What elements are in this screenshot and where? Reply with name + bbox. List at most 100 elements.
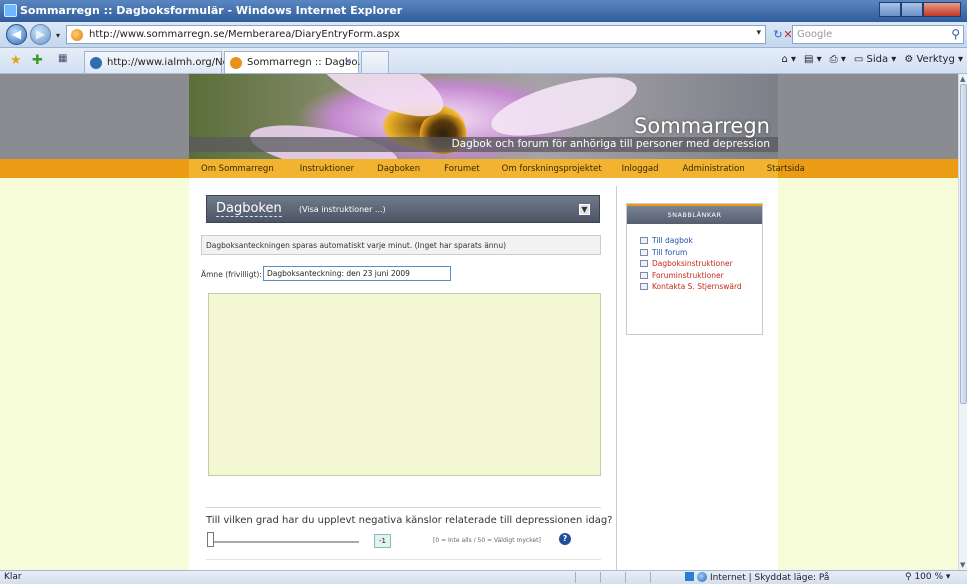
link-list-icon — [640, 237, 648, 244]
status-bar: Klar Internet | Skyddat läge: På ⚲ 100 %… — [0, 570, 967, 584]
zoom-level: 100 % — [914, 572, 944, 582]
forward-button[interactable]: ▶ — [30, 24, 51, 45]
maximize-button[interactable] — [901, 2, 923, 17]
quick-links-title: SNABBLÄNKAR — [627, 204, 762, 224]
nav-forumet[interactable]: Forumet — [444, 164, 480, 174]
quick-link-dagboksinstruktioner[interactable]: Dagboksinstruktioner — [652, 259, 733, 268]
nav-om-sommarregn[interactable]: Om Sommarregn — [201, 164, 274, 174]
ie-app-icon — [4, 4, 17, 17]
tab-ialmh[interactable]: http://www.ialmh.org/Ne... — [84, 51, 238, 73]
protected-mode-icon — [685, 572, 694, 581]
quick-link-kontakta[interactable]: Kontakta S. Stjernswärd — [652, 282, 742, 291]
collapse-icon[interactable]: ▼ — [579, 204, 590, 215]
quick-links-list: Till dagbok Till forum Dagboksinstruktio… — [640, 236, 742, 294]
quick-link-item: Till forum — [640, 248, 742, 260]
new-tab-button[interactable] — [361, 51, 389, 73]
nav-startsida[interactable]: Startsida — [767, 164, 805, 174]
quick-link-item: Kontakta S. Stjernswärd — [640, 282, 742, 294]
mood-slider-track[interactable] — [209, 541, 359, 543]
mood-question: Till vilken grad har du upplevt negativa… — [206, 515, 613, 526]
feeds-icon[interactable]: ▤ ▾ — [804, 54, 822, 65]
nav-dagboken[interactable]: Dagboken — [377, 164, 420, 174]
close-tab-icon[interactable]: ✕ — [344, 57, 352, 68]
nav-instruktioner[interactable]: Instruktioner — [300, 164, 354, 174]
address-dropdown-icon[interactable]: ▾ — [756, 28, 761, 38]
quick-tabs-icon[interactable]: ▦ — [58, 53, 67, 64]
quick-link-till-forum[interactable]: Till forum — [652, 248, 687, 257]
address-bar[interactable]: http://www.sommarregn.se/Memberarea/Diar… — [66, 25, 766, 44]
address-toolbar: ◀ ▶ ▾ http://www.sommarregn.se/Memberare… — [0, 22, 967, 48]
site-title: Sommarregn — [634, 114, 770, 138]
link-list-icon — [640, 283, 648, 290]
scroll-up-icon[interactable]: ▲ — [960, 75, 965, 83]
site-banner: Sommarregn Dagbok och forum för anhöriga… — [189, 74, 778, 159]
mood-slider-handle[interactable] — [207, 532, 214, 547]
content-area: Dagboken (Visa instruktioner ...) ▼ Dagb… — [189, 178, 778, 570]
print-icon[interactable]: ⎙ ▾ — [830, 54, 846, 65]
subject-label: Ämne (frivilligt): — [201, 270, 262, 279]
quick-link-item: Till dagbok — [640, 236, 742, 248]
window-title: Sommarregn :: Dagboksformulär - Windows … — [20, 4, 403, 17]
ie-page-icon — [90, 57, 102, 69]
site-tab-icon — [230, 57, 242, 69]
link-list-icon — [640, 260, 648, 267]
nav-administration[interactable]: Administration — [683, 164, 745, 174]
tab-bar: ★ ✚ ▦ http://www.ialmh.org/Ne... Sommarr… — [0, 48, 967, 74]
tools-menu[interactable]: ⚙ Verktyg ▾ — [904, 54, 963, 65]
page-menu[interactable]: ▭ Sida ▾ — [854, 54, 896, 65]
add-favorites-icon[interactable]: ✚ — [32, 53, 43, 68]
home-icon[interactable]: ⌂ ▾ — [781, 54, 796, 65]
divider — [650, 572, 651, 583]
autosave-notice: Dagboksanteckningen sparas automatiskt v… — [201, 235, 601, 255]
security-zone[interactable]: Internet | Skyddat läge: På — [685, 572, 829, 583]
site-favicon — [71, 29, 83, 41]
address-url: http://www.sommarregn.se/Memberarea/Diar… — [89, 29, 400, 40]
internet-zone-icon — [697, 572, 707, 582]
diary-header: Dagboken (Visa instruktioner ...) ▼ — [206, 195, 600, 223]
quick-link-foruminstruktioner[interactable]: Foruminstruktioner — [652, 271, 724, 280]
minimize-button[interactable] — [879, 2, 901, 17]
divider — [575, 572, 576, 583]
vertical-scrollbar[interactable]: ▲ ▼ — [958, 74, 967, 570]
diary-entry-textarea[interactable] — [208, 293, 601, 476]
tab-sommarregn[interactable]: Sommarregn :: Dagbo... ✕ — [224, 51, 367, 73]
status-text: Klar — [4, 572, 22, 582]
page-menu-label: Sida — [866, 54, 889, 65]
quick-links-panel: SNABBLÄNKAR Till dagbok Till forum Dagbo… — [626, 203, 763, 335]
zone-label: Internet | Skyddat läge: På — [710, 573, 830, 583]
tools-menu-label: Verktyg — [916, 54, 955, 65]
site-tagline: Dagbok och forum för anhöriga till perso… — [451, 138, 770, 150]
scale-hint: [0 = Inte alls / 50 = Väldigt mycket] — [433, 537, 541, 544]
divider — [600, 572, 601, 583]
nav-forskningsprojektet[interactable]: Om forskningsprojektet — [502, 164, 602, 174]
quick-link-till-dagbok[interactable]: Till dagbok — [652, 236, 693, 245]
search-input[interactable]: Google ⚲ — [792, 25, 964, 44]
search-placeholder: Google — [797, 29, 833, 40]
window-title-bar: Sommarregn :: Dagboksformulär - Windows … — [0, 0, 967, 22]
link-list-icon — [640, 248, 648, 256]
quick-link-item: Foruminstruktioner — [640, 271, 742, 283]
divider — [625, 572, 626, 583]
help-icon[interactable]: ? — [559, 533, 571, 545]
link-list-icon — [640, 271, 648, 279]
zoom-control[interactable]: ⚲ 100 % ▾ — [905, 572, 950, 582]
favorites-star-icon[interactable]: ★ — [10, 53, 22, 68]
subject-input[interactable]: Dagboksanteckning: den 23 juni 2009 — [263, 266, 451, 281]
quick-link-item: Dagboksinstruktioner — [640, 259, 742, 271]
close-window-button[interactable] — [923, 2, 961, 17]
nav-inloggad[interactable]: Inloggad — [622, 164, 659, 174]
column-divider — [616, 186, 617, 570]
scroll-down-icon[interactable]: ▼ — [960, 561, 965, 569]
mood-slider-value: -1 — [374, 534, 391, 548]
tab-label: http://www.ialmh.org/Ne... — [107, 57, 239, 68]
diary-title: Dagboken — [216, 201, 282, 217]
back-button[interactable]: ◀ — [6, 24, 27, 45]
divider — [206, 507, 601, 508]
web-page: Sommarregn Dagbok och forum för anhöriga… — [0, 74, 958, 570]
history-dropdown-icon[interactable]: ▾ — [50, 28, 66, 44]
show-instructions-link[interactable]: (Visa instruktioner ...) — [299, 205, 386, 214]
divider — [206, 559, 601, 560]
scrollbar-thumb[interactable] — [960, 84, 967, 404]
search-icon[interactable]: ⚲ — [951, 27, 960, 41]
main-navigation: Om Sommarregn Instruktioner Dagboken For… — [0, 159, 958, 178]
